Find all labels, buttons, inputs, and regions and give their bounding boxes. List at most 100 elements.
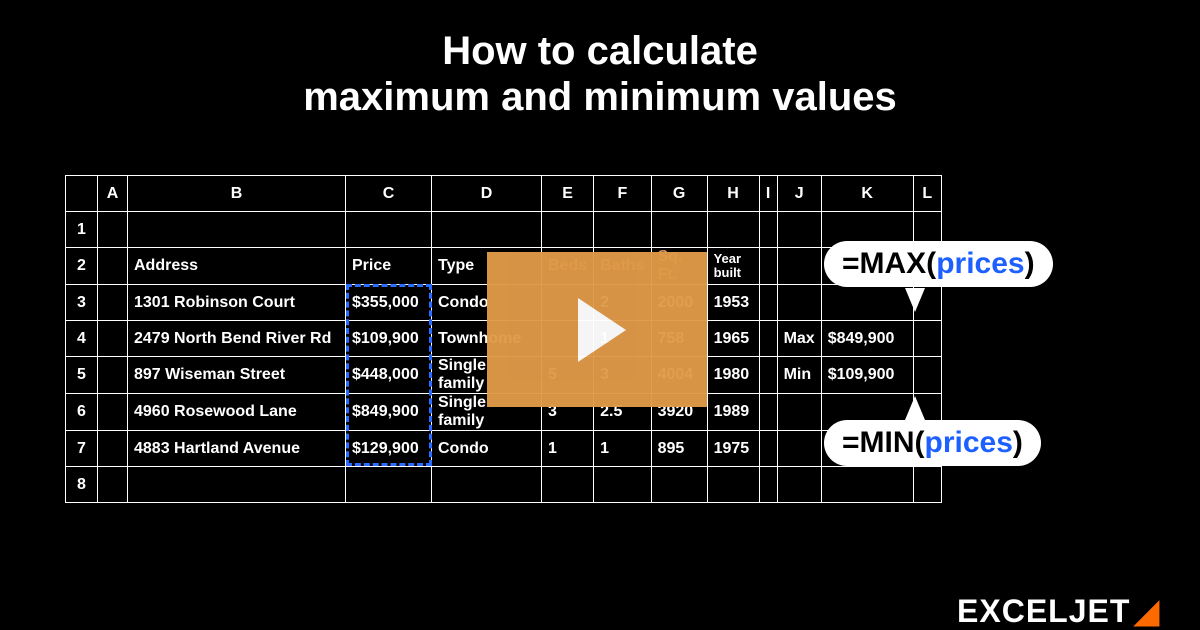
cell-E8[interactable] [542,467,594,503]
cell-K8[interactable] [821,467,913,503]
logo-text: EXCELJET [957,593,1130,629]
cell-C5[interactable]: $448,000 [346,357,432,394]
play-icon [578,298,626,362]
cell-F8[interactable] [594,467,651,503]
cell-K4-max-value[interactable]: $849,900 [821,321,913,357]
cell-A2[interactable] [98,248,128,285]
cell-C6[interactable]: $849,900 [346,394,432,431]
cell-J1[interactable] [777,212,821,248]
row-header-6[interactable]: 6 [66,394,98,431]
cell-A7[interactable] [98,431,128,467]
cell-J7[interactable] [777,431,821,467]
formula-max-pre: =MAX( [842,247,936,280]
cell-I7[interactable] [759,431,777,467]
cell-I8[interactable] [759,467,777,503]
cell-G1[interactable] [651,212,707,248]
col-header-J[interactable]: J [777,176,821,212]
cell-J5-min-label[interactable]: Min [777,357,821,394]
cell-K5-min-value[interactable]: $109,900 [821,357,913,394]
col-header-A[interactable]: A [98,176,128,212]
col-header-I[interactable]: I [759,176,777,212]
cell-B4[interactable]: 2479 North Bend River Rd [128,321,346,357]
callout-tail-top [905,288,925,312]
col-header-G[interactable]: G [651,176,707,212]
cell-B6[interactable]: 4960 Rosewood Lane [128,394,346,431]
col-header-C[interactable]: C [346,176,432,212]
formula-max-arg: prices [936,247,1024,280]
cell-A8[interactable] [98,467,128,503]
cell-B5[interactable]: 897 Wiseman Street [128,357,346,394]
formula-max-post: ) [1025,247,1035,280]
cell-H5[interactable]: 1980 [707,357,759,394]
cell-B1[interactable] [128,212,346,248]
cell-A3[interactable] [98,285,128,321]
cell-H7[interactable]: 1975 [707,431,759,467]
col-header-E[interactable]: E [542,176,594,212]
col-header-K[interactable]: K [821,176,913,212]
cell-J2[interactable] [777,248,821,285]
cell-D1[interactable] [432,212,542,248]
header-price[interactable]: Price [346,248,432,285]
row-header-3[interactable]: 3 [66,285,98,321]
cell-C7[interactable]: $129,900 [346,431,432,467]
cell-A5[interactable] [98,357,128,394]
cell-G8[interactable] [651,467,707,503]
cell-C4[interactable]: $109,900 [346,321,432,357]
cell-I1[interactable] [759,212,777,248]
cell-I6[interactable] [759,394,777,431]
cell-E7[interactable]: 1 [542,431,594,467]
callout-tail-bot [905,396,925,420]
cell-C1[interactable] [346,212,432,248]
cell-C3[interactable]: $355,000 [346,285,432,321]
cell-F7[interactable]: 1 [594,431,651,467]
select-all-corner[interactable] [66,176,98,212]
row-header-5[interactable]: 5 [66,357,98,394]
cell-J6[interactable] [777,394,821,431]
col-header-F[interactable]: F [594,176,651,212]
cell-C8[interactable] [346,467,432,503]
cell-H6[interactable]: 1989 [707,394,759,431]
cell-B3[interactable]: 1301 Robinson Court [128,285,346,321]
row-8: 8 [66,467,942,503]
cell-B8[interactable] [128,467,346,503]
col-header-D[interactable]: D [432,176,542,212]
cell-A1[interactable] [98,212,128,248]
col-header-B[interactable]: B [128,176,346,212]
cell-D8[interactable] [432,467,542,503]
cell-L5[interactable] [913,357,941,394]
cell-A4[interactable] [98,321,128,357]
cell-I3[interactable] [759,285,777,321]
header-address[interactable]: Address [128,248,346,285]
cell-I2[interactable] [759,248,777,285]
col-header-row: A B C D E F G H I J K L [66,176,942,212]
row-header-8[interactable]: 8 [66,467,98,503]
video-play-overlay[interactable] [487,252,707,407]
cell-L4[interactable] [913,321,941,357]
row-header-2[interactable]: 2 [66,248,98,285]
cell-H8[interactable] [707,467,759,503]
cell-H4[interactable]: 1965 [707,321,759,357]
cell-D7[interactable]: Condo [432,431,542,467]
cell-I5[interactable] [759,357,777,394]
cell-J8[interactable] [777,467,821,503]
row-header-1[interactable]: 1 [66,212,98,248]
col-header-L[interactable]: L [913,176,941,212]
cell-I4[interactable] [759,321,777,357]
row-header-4[interactable]: 4 [66,321,98,357]
cell-H3[interactable]: 1953 [707,285,759,321]
cell-B7[interactable]: 4883 Hartland Avenue [128,431,346,467]
cell-F1[interactable] [594,212,651,248]
cell-J4-max-label[interactable]: Max [777,321,821,357]
col-header-H[interactable]: H [707,176,759,212]
cell-H1[interactable] [707,212,759,248]
cell-L8[interactable] [913,467,941,503]
row-header-7[interactable]: 7 [66,431,98,467]
title-line-1: How to calculate [0,28,1200,74]
header-year[interactable]: Year built [707,248,759,285]
cell-E1[interactable] [542,212,594,248]
cell-K3[interactable] [821,285,913,321]
cell-J3[interactable] [777,285,821,321]
cell-A6[interactable] [98,394,128,431]
row-1: 1 [66,212,942,248]
cell-G7[interactable]: 895 [651,431,707,467]
